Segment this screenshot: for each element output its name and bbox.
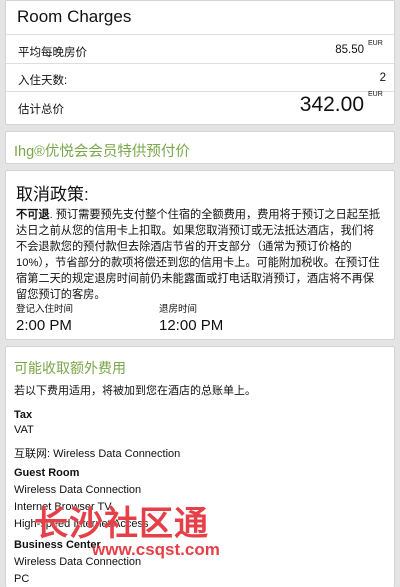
non-refundable-label: 不可退 (16, 209, 50, 221)
list-item: PC (14, 573, 30, 585)
list-item: Internet Browser TV (14, 501, 112, 513)
list-item: High-speed Internet Access (14, 518, 149, 530)
nights-label: 入住天数: (18, 75, 68, 87)
list-item: Wireless Data Connection (14, 556, 142, 568)
divider (6, 63, 394, 64)
cancel-policy-text: 不可退. 预订需要预先支付整个住宿的全额费用，费用将于预订之日起至抵达日之前从您… (16, 207, 384, 303)
avg-rate-amount: 85.50 (335, 44, 364, 56)
checkout-time-box: 退房时间 12:00 PM (159, 301, 223, 334)
room-charges-card: Room Charges 平均每晚房价 85.50 EUR 入住天数: 2 估计… (5, 0, 395, 125)
avg-rate-label: 平均每晚房价 (18, 47, 87, 59)
divider (6, 91, 394, 92)
checkin-time-box: 登记入住时间 2:00 PM (16, 301, 73, 334)
business-center-heading: Business Center (14, 539, 101, 551)
cancel-policy-heading: 取消政策: (16, 185, 89, 204)
avg-rate-row: 平均每晚房价 85.50 EUR (18, 40, 383, 60)
nights-value: 2 (379, 72, 386, 84)
guest-room-heading: Guest Room (14, 467, 80, 479)
checkout-time: 12:00 PM (159, 317, 224, 334)
avg-rate-value: 85.50 EUR (335, 40, 383, 56)
ihg-member-rate-title: Ihg®优悦会会员特供预付价 (14, 144, 190, 160)
divider (6, 34, 394, 35)
total-label: 估计总价 (18, 104, 64, 116)
total-row: 估计总价 342.00 EUR (18, 91, 383, 116)
tax-heading: Tax (14, 409, 33, 421)
total-value: 342.00 EUR (299, 91, 383, 117)
total-currency: EUR (368, 91, 383, 98)
cancel-policy-card: 取消政策: 不可退. 预订需要预先支付整个住宿的全额费用，费用将于预订之日起至抵… (5, 170, 395, 340)
list-item: Wireless Data Connection (14, 484, 142, 496)
internet-line: 互联网: Wireless Data Connection (14, 448, 181, 460)
checkout-label: 退房时间 (159, 304, 198, 315)
extra-fees-heading: 可能收取额外费用 (14, 360, 126, 376)
ihg-member-rate-banner: Ihg®优悦会会员特供预付价 (5, 131, 395, 164)
checkin-time: 2:00 PM (16, 317, 72, 334)
tax-item: VAT (14, 424, 34, 436)
cancel-policy-body: . 预订需要预先支付整个住宿的全额费用，费用将于预订之日起至抵达日之前从您的信用… (16, 209, 381, 301)
checkin-label: 登记入住时间 (16, 304, 74, 315)
room-charges-title: Room Charges (17, 7, 132, 26)
extra-fees-card: 可能收取额外费用 若以下费用适用，将被加到您在酒店的总账单上。 Tax VAT … (5, 346, 395, 587)
extra-fees-intro: 若以下费用适用，将被加到您在酒店的总账单上。 (14, 385, 256, 397)
total-amount: 342.00 (299, 93, 364, 116)
avg-rate-currency: EUR (368, 40, 383, 47)
nights-row: 入住天数: 2 (18, 72, 386, 88)
